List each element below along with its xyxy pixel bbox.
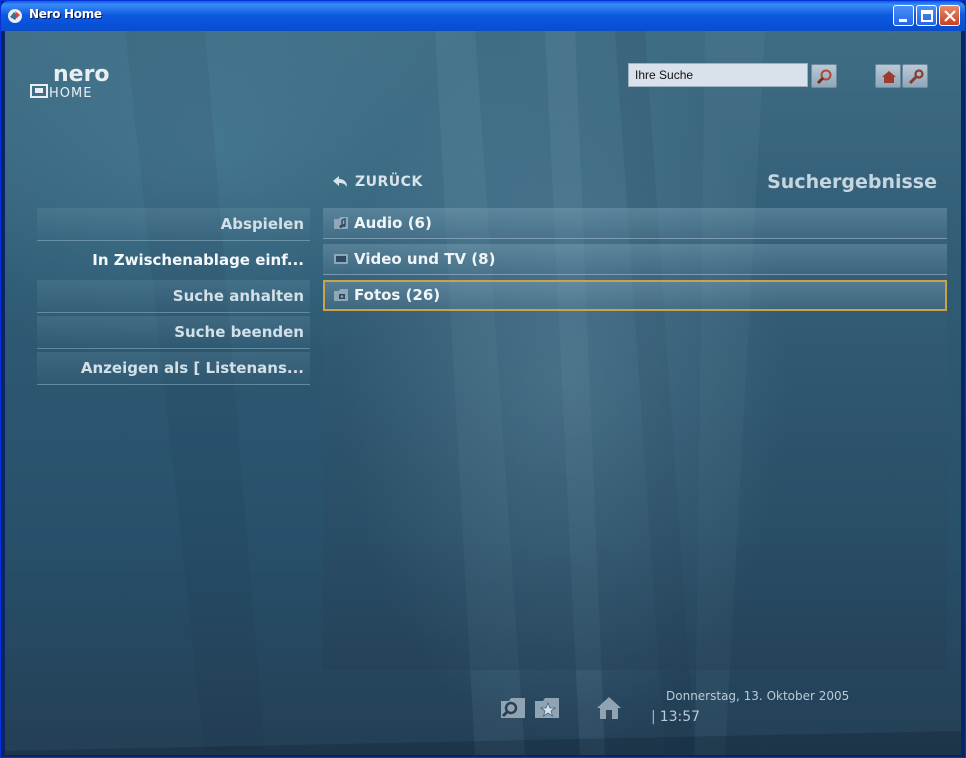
search-button[interactable]: [811, 64, 837, 88]
menu-item-view-as[interactable]: Anzeigen als [ Listenans...: [37, 352, 310, 385]
nero-home-content: nero HOME Ihre Suche ZURÜCK Suchergebnis…: [5, 31, 961, 755]
minimize-button[interactable]: [893, 5, 914, 26]
nero-home-logo: nero HOME: [30, 62, 110, 101]
list-item-selected[interactable]: Fotos (26): [323, 280, 947, 311]
list-item-label: Video und TV (8): [354, 250, 496, 268]
home-button[interactable]: [875, 64, 901, 88]
menu-item-play[interactable]: Abspielen: [37, 208, 310, 241]
search-input-value: Ihre Suche: [635, 68, 694, 82]
menu-item-label: Suche anhalten: [172, 287, 304, 305]
nero-app-icon: [8, 9, 22, 23]
title-bar[interactable]: Nero Home: [1, 1, 965, 31]
menu-item-label: Abspielen: [220, 215, 304, 233]
search-input[interactable]: Ihre Suche: [628, 63, 808, 87]
home-icon[interactable]: [594, 693, 624, 723]
svg-text:HOME: HOME: [49, 86, 92, 101]
settings-button[interactable]: [902, 64, 928, 88]
time-separator: |: [651, 709, 656, 725]
close-icon: [944, 10, 956, 22]
sidebar-menu: Abspielen In Zwischenablage einf... Such…: [37, 208, 310, 388]
back-arrow-icon: [333, 176, 347, 187]
list-item[interactable]: Video und TV (8): [323, 244, 947, 275]
menu-item-add-to-clipboard[interactable]: In Zwischenablage einf...: [37, 244, 310, 277]
list-item-label: Audio (6): [354, 214, 432, 232]
menu-item-pause-search[interactable]: Suche anhalten: [37, 280, 310, 313]
favorites-folder-icon[interactable]: [533, 693, 563, 723]
list-item-label: Fotos (26): [354, 286, 441, 304]
menu-item-label: In Zwischenablage einf...: [92, 251, 304, 269]
svg-text:nero: nero: [53, 62, 110, 87]
footer-date: Donnerstag, 13. Oktober 2005: [666, 689, 850, 703]
menu-item-label: Suche beenden: [174, 323, 304, 341]
footer-time-row: | 13:57: [651, 709, 700, 725]
list-item[interactable]: Audio (6): [323, 208, 947, 239]
window-title: Nero Home: [29, 7, 102, 21]
results-list: Audio (6) Video und TV (8) Fotos (26): [323, 208, 947, 670]
menu-item-label: Anzeigen als [ Listenans...: [80, 359, 304, 377]
audio-folder-icon: [334, 217, 348, 229]
close-button[interactable]: [939, 5, 960, 26]
wrench-icon: [908, 69, 924, 85]
photo-folder-icon: [334, 289, 348, 301]
minimize-icon: [899, 19, 907, 22]
home-icon: [882, 71, 896, 83]
app-window: Nero Home nero HOME Ihre Suche ZURÜCK Su…: [0, 0, 966, 758]
menu-item-end-search[interactable]: Suche beenden: [37, 316, 310, 349]
video-folder-icon: [334, 254, 348, 264]
back-label: ZURÜCK: [355, 174, 423, 190]
maximize-icon: [921, 10, 933, 22]
search-icon: [816, 69, 832, 85]
footer-time: 13:57: [659, 709, 701, 725]
maximize-button[interactable]: [916, 5, 937, 26]
search-folder-icon[interactable]: [499, 693, 529, 723]
page-title: Suchergebnisse: [767, 171, 937, 193]
